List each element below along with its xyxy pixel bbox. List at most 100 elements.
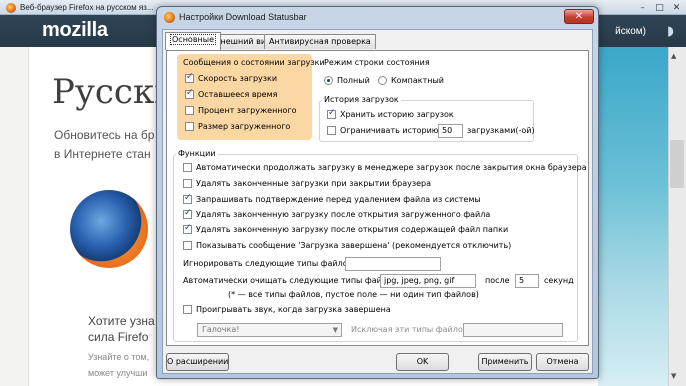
checkbox-size[interactable]: Размер загруженного bbox=[185, 122, 290, 131]
firefox-logo-image bbox=[70, 190, 148, 268]
ignore-types-label: Игнорировать следующие типы файлов: bbox=[183, 259, 356, 268]
small-text-line: Узнайте о том, bbox=[88, 352, 150, 362]
checkbox-label: Автоматически продолжать загрузку в мене… bbox=[196, 163, 587, 172]
dialog-title: Настройки Download Statusbar bbox=[179, 12, 307, 22]
browser-tab-label: Веб-браузер Firefox на русском яз... bbox=[20, 3, 154, 12]
radio-mode-compact[interactable]: Компактный bbox=[378, 76, 444, 85]
radio-button[interactable] bbox=[378, 76, 387, 85]
checkbox-remove-after-open-file[interactable]: Удалять законченную загрузку после откры… bbox=[183, 208, 491, 219]
apply-button[interactable]: Применить bbox=[478, 353, 532, 371]
checkbox-keep-history[interactable]: Хранить историю загрузок bbox=[327, 108, 454, 119]
page-left-strip bbox=[0, 47, 29, 386]
checkbox-box[interactable] bbox=[327, 108, 336, 119]
checkbox-label: Запрашивать подтверждение перед удаление… bbox=[196, 195, 481, 204]
checkbox-remove-after-open-folder[interactable]: Удалять законченную загрузку после откры… bbox=[183, 223, 509, 234]
checkbox-box[interactable] bbox=[183, 241, 192, 250]
dialog-close-button[interactable]: ✕ bbox=[564, 9, 594, 24]
statusbar-mode-title: Режим строки состояния bbox=[324, 58, 430, 67]
autoclear-types-input[interactable]: jpg, jpeg, png, gif bbox=[380, 274, 476, 288]
radio-button[interactable] bbox=[324, 76, 333, 85]
checkbox-box[interactable] bbox=[183, 163, 192, 172]
group-title: Сообщения о состоянии загрузки bbox=[183, 58, 325, 67]
scroll-thumb[interactable] bbox=[670, 140, 684, 188]
tab-label: Основные bbox=[170, 34, 217, 45]
checkbox-limit-history[interactable]: Ограничивать историю bbox=[327, 126, 439, 135]
checkbox-box[interactable] bbox=[183, 193, 192, 204]
autoclear-seconds-label: секунд bbox=[544, 276, 574, 285]
dialog-titlebar[interactable]: Настройки Download Statusbar ✕ bbox=[157, 7, 598, 28]
scroll-up-icon[interactable]: ▲ bbox=[671, 52, 676, 60]
firefox-icon bbox=[164, 12, 175, 23]
checkbox-label: Ограничивать историю bbox=[340, 126, 439, 135]
autoclear-hint: (* — все типы файлов, пустое поле — ни о… bbox=[228, 290, 479, 299]
history-group-title: История загрузок bbox=[322, 95, 401, 104]
checkbox-box[interactable] bbox=[185, 72, 194, 83]
checkbox-show-complete-message[interactable]: Показывать сообщение 'Загрузка завершена… bbox=[183, 241, 511, 250]
sound-select[interactable]: Галочка! ▼ bbox=[197, 323, 342, 337]
close-icon[interactable]: ✕ bbox=[671, 3, 682, 13]
promo-line: Хотите узна bbox=[88, 314, 155, 328]
page-right-banner bbox=[598, 47, 668, 386]
checkbox-confirm-delete[interactable]: Запрашивать подтверждение перед удаление… bbox=[183, 193, 481, 204]
checkbox-download-speed[interactable]: Скорость загрузки bbox=[185, 72, 278, 83]
tab-label: Антивирусная проверка bbox=[269, 37, 371, 46]
checkbox-label: Размер загруженного bbox=[198, 122, 291, 131]
page-intro-line: в Интернете стан bbox=[54, 147, 151, 161]
checkbox-label: Проигрывать звук, когда загрузка заверше… bbox=[196, 305, 391, 314]
tab-pane-general: Сообщения о состоянии загрузки Скорость … bbox=[166, 50, 589, 346]
checkbox-time-left[interactable]: Оставшееся время bbox=[185, 88, 277, 99]
checkbox-clear-on-close[interactable]: Удалять законченные загрузки при закрыти… bbox=[183, 179, 431, 188]
checkbox-label: Процент загруженного bbox=[198, 106, 297, 115]
checkbox-label: Удалять законченную загрузку после откры… bbox=[196, 210, 491, 219]
checkbox-percent[interactable]: Процент загруженного bbox=[185, 106, 297, 115]
maximize-icon[interactable]: □ bbox=[654, 3, 665, 13]
tab-antivirus[interactable]: Антивирусная проверка bbox=[264, 34, 376, 49]
scroll-down-icon[interactable]: ▼ bbox=[671, 372, 676, 380]
checkbox-play-sound[interactable]: Проигрывать звук, когда загрузка заверше… bbox=[183, 305, 391, 314]
header-language-link[interactable]: йском) bbox=[615, 26, 646, 37]
minimize-icon[interactable]: – bbox=[637, 3, 648, 13]
checkbox-box[interactable] bbox=[327, 126, 336, 135]
checkbox-box[interactable] bbox=[185, 106, 194, 115]
sound-select-value: Галочка! bbox=[202, 325, 240, 334]
window-controls: – □ ✕ bbox=[637, 0, 682, 15]
history-group bbox=[319, 100, 534, 142]
radio-label: Компактный bbox=[391, 76, 444, 85]
about-button[interactable]: О расширении bbox=[166, 353, 229, 371]
ok-button[interactable]: OK bbox=[396, 353, 449, 371]
radio-mode-full[interactable]: Полный bbox=[324, 76, 370, 85]
autoclear-after-label: после bbox=[485, 276, 510, 285]
checkbox-label: Хранить историю загрузок bbox=[340, 110, 454, 119]
checkbox-box[interactable] bbox=[183, 208, 192, 219]
small-text-line: может улучши bbox=[88, 368, 148, 378]
checkbox-label: Удалять законченные загрузки при закрыти… bbox=[196, 179, 431, 188]
checkbox-box[interactable] bbox=[183, 223, 192, 234]
autoclear-label: Автоматически очищать следующие типы фай… bbox=[183, 276, 397, 285]
checkbox-label: Скорость загрузки bbox=[198, 74, 278, 83]
checkbox-label: Удалять законченную загрузку после откры… bbox=[196, 225, 509, 234]
exclude-types-label: Исключая эти типы файлов: bbox=[351, 325, 471, 334]
history-limit-input[interactable]: 50 bbox=[438, 124, 463, 138]
checkbox-box[interactable] bbox=[185, 88, 194, 99]
checkbox-continue-download[interactable]: Автоматически продолжать загрузку в мене… bbox=[183, 163, 587, 172]
checkbox-box[interactable] bbox=[183, 305, 192, 314]
dialog-body: Основные Внешний вид Антивирусная провер… bbox=[162, 29, 593, 374]
cancel-button[interactable]: Отмена bbox=[536, 353, 589, 371]
promo-line: сила Firefo bbox=[88, 330, 149, 344]
checkbox-box[interactable] bbox=[183, 179, 192, 188]
chevron-down-icon: ▼ bbox=[332, 326, 338, 334]
autoclear-seconds-input[interactable]: 5 bbox=[515, 274, 539, 288]
header-menu-icon: ◗ bbox=[667, 24, 674, 39]
mozilla-logo[interactable]: mozilla bbox=[42, 19, 108, 42]
checkbox-label: Показывать сообщение 'Загрузка завершена… bbox=[196, 241, 512, 250]
browser-tab[interactable]: Веб-браузер Firefox на русском яз... bbox=[6, 0, 156, 15]
tab-general[interactable]: Основные bbox=[165, 32, 222, 50]
exclude-types-input[interactable] bbox=[463, 323, 563, 337]
page-scrollbar[interactable] bbox=[668, 47, 686, 386]
settings-dialog: Настройки Download Statusbar ✕ Основные … bbox=[156, 6, 599, 379]
history-limit-unit: загрузками(-ой) bbox=[467, 126, 535, 135]
page-intro-line: Обновитесь на бр bbox=[54, 128, 155, 142]
ignore-types-input[interactable] bbox=[345, 257, 441, 271]
checkbox-box[interactable] bbox=[185, 122, 194, 131]
functions-group-title: Функции bbox=[176, 149, 218, 158]
